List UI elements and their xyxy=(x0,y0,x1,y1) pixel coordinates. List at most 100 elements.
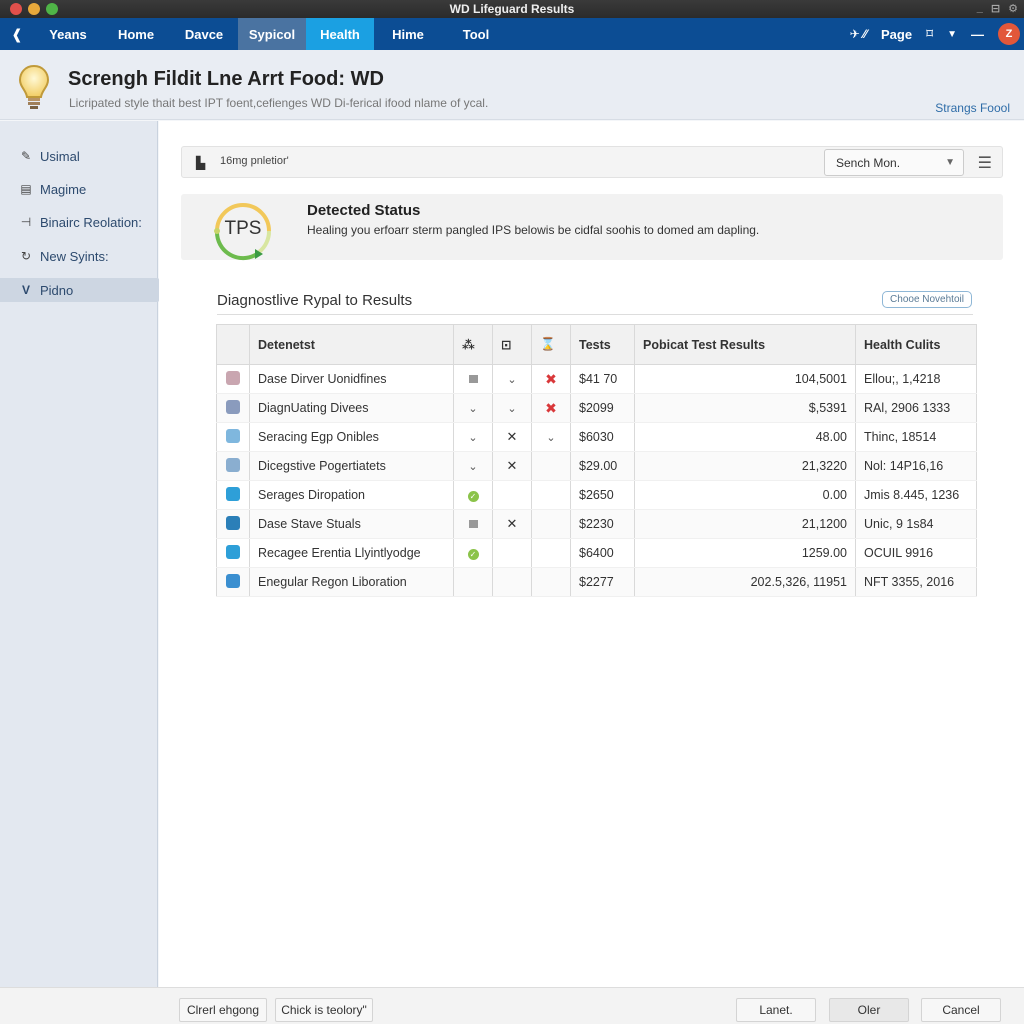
sidebar-item-label: Magime xyxy=(40,181,87,197)
row-mark-3 xyxy=(531,567,571,597)
back-icon[interactable]: ❰ xyxy=(0,18,34,50)
choose-button[interactable]: Chooe Novehtoil xyxy=(882,291,972,308)
column-header-tests[interactable]: Tests xyxy=(570,324,635,365)
check-icon: ⌄ xyxy=(468,461,478,473)
search-mode-select[interactable]: Sench Mon. ▼ xyxy=(824,149,964,176)
page-header: Screngh Fildit Lne Arrt Food: WD Licripa… xyxy=(0,50,1024,120)
column-header-group[interactable]: ⁂ xyxy=(453,324,493,365)
row-mark-1: ⌄ xyxy=(453,451,493,481)
row-health: OCUIL 9916 xyxy=(855,538,977,568)
table-row[interactable]: Enegular Regon Liboration $2277 202.5,326,… xyxy=(216,567,977,597)
table-row[interactable]: Dase Stave Stuals ✕ $2230 21,1200 Unic, 9 1s… xyxy=(216,509,977,539)
row-mark-2: ⌄ xyxy=(492,364,532,394)
row-health: RAl, 2906 1333 xyxy=(855,393,977,423)
row-icon-cell xyxy=(216,393,250,423)
row-mark-3: ✖ xyxy=(531,393,571,423)
minimize-icon[interactable]: _ xyxy=(977,2,983,15)
icon-column-header xyxy=(216,324,250,365)
table-row[interactable]: Dase Dirver Uonidfines ⌄ ✖ $41 70 104,5001 El… xyxy=(216,364,977,394)
pen-icon xyxy=(226,573,240,588)
sidebar-item-magime[interactable]: ▤ Magime xyxy=(0,177,158,201)
image-icon xyxy=(226,428,240,443)
table-row[interactable]: Recagee Erentia Llyintlyodge ✓ $6400 1259.0… xyxy=(216,538,977,568)
title-bar: WD Lifeguard Results _ ⊟ ⚙ xyxy=(0,0,1024,18)
row-health: Unic, 9 1s84 xyxy=(855,509,977,539)
restore-icon[interactable]: ⊟ xyxy=(991,2,1000,15)
lanet-button[interactable]: Lanet. xyxy=(736,998,816,1022)
minimize-panel-icon[interactable]: — xyxy=(971,27,984,42)
nav-tab-health[interactable]: Health xyxy=(306,18,374,50)
row-mark-2: ✕ xyxy=(492,422,532,452)
signal-icon[interactable]: ✈ ⁄⁄ xyxy=(850,27,867,41)
row-tests: $2230 xyxy=(570,509,635,539)
row-tests: $2099 xyxy=(570,393,635,423)
row-mark-2 xyxy=(492,567,532,597)
table-row[interactable]: Seracing Egp Onibles ⌄ ✕ ⌄ $6030 48.00 Thinc, … xyxy=(216,422,977,452)
partial-icon xyxy=(468,375,478,383)
check-icon: ⌄ xyxy=(507,374,517,386)
settings-icon[interactable]: ⚙ xyxy=(1008,2,1018,15)
column-header-hourglass[interactable]: ⌛ xyxy=(531,324,571,365)
sidebar-item-new-syints[interactable]: ↻ New Syints: xyxy=(0,244,158,268)
row-mark-3: ⌄ xyxy=(531,422,571,452)
section-title: Diagnostlive Rypal to Results xyxy=(217,292,413,309)
row-icon-cell xyxy=(216,451,250,481)
row-results: $,5391 xyxy=(634,393,856,423)
funnel-icon xyxy=(226,515,240,530)
footer-bar: Clrerl ehgong Chick is teolory" Lanet. O… xyxy=(0,987,1024,1024)
nav-tab-tool[interactable]: Tool xyxy=(442,18,510,50)
row-name: Dicegstive Pogertiatets xyxy=(249,451,454,481)
nav-tab-hime[interactable]: Hime xyxy=(374,18,442,50)
window-title: WD Lifeguard Results xyxy=(449,2,575,16)
sidebar-item-pidno[interactable]: V Pidno xyxy=(0,278,168,302)
refresh-icon: ↻ xyxy=(20,249,32,263)
error-x-icon: ✖ xyxy=(545,370,557,387)
table-row[interactable]: Serages Diropation ✓ $2650 0.00 Jmis 8.445, … xyxy=(216,480,977,510)
row-name: Recagee Erentia Llyintlyodge xyxy=(249,538,454,568)
top-nav-bar: ❰ Yeans Home Davce Sypicol Health Hime T… xyxy=(0,18,1024,50)
cancel-button[interactable]: Cancel xyxy=(921,998,1001,1022)
group-icon: ⁂ xyxy=(462,338,475,352)
footer-left-button-2[interactable]: Chick is teolory" xyxy=(275,998,373,1022)
hamburger-menu-icon[interactable]: ☰ xyxy=(978,153,992,173)
sidebar-item-binairc-reolation[interactable]: ⊣ Binairc Reolation: xyxy=(0,210,158,234)
table-row[interactable]: DiagnUating Divees ⌄ ⌄ ✖ $2099 $,5391 RAl, 290… xyxy=(216,393,977,423)
header-link[interactable]: Strangs Foool xyxy=(935,101,1010,115)
column-header-health[interactable]: Health Culits xyxy=(855,324,977,365)
column-header-results[interactable]: Pobicat Test Results xyxy=(634,324,856,365)
row-tests: $41 70 xyxy=(570,364,635,394)
row-mark-2 xyxy=(492,480,532,510)
page-menu[interactable]: Page xyxy=(881,27,912,42)
select-value: Sench Mon. xyxy=(836,156,901,170)
row-mark-1: ⌄ xyxy=(453,422,493,452)
pencil-icon: ✎ xyxy=(20,149,32,163)
avatar[interactable]: Z xyxy=(998,23,1020,45)
target-icon xyxy=(226,544,240,559)
row-health: Jmis 8.445, 1236 xyxy=(855,480,977,510)
nav-tab-home[interactable]: Home xyxy=(102,18,170,50)
column-header-name[interactable]: Detenetst xyxy=(249,324,454,365)
column-header-box[interactable]: ⊡ xyxy=(492,324,532,365)
main-content: ▙ 16mg pnletior' Sench Mon. ▼ ☰ TPS Dete… xyxy=(159,121,1024,987)
nav-tab-yeans[interactable]: Yeans xyxy=(34,18,102,50)
nav-tab-davce[interactable]: Davce xyxy=(170,18,238,50)
row-tests: $6400 xyxy=(570,538,635,568)
toolbar-label: 16mg pnletior' xyxy=(220,155,289,167)
row-mark-2: ⌄ xyxy=(492,393,532,423)
sidebar-item-label: Pidno xyxy=(40,282,74,298)
gauge-icon xyxy=(226,486,240,501)
row-mark-1: ✓ xyxy=(453,538,493,568)
table-row[interactable]: Dicegstive Pogertiatets ⌄ ✕ $29.00 21,3220 No… xyxy=(216,451,977,481)
bag-icon: ▙ xyxy=(196,156,206,170)
status-description: Healing you erfoarr sterm pangled IPS be… xyxy=(307,223,760,237)
ok-check-icon: ✓ xyxy=(467,549,479,560)
footer-left-button-1[interactable]: Clrerl ehgong xyxy=(179,998,267,1022)
sidebar-item-usimal[interactable]: ✎ Usimal xyxy=(0,144,158,168)
oler-button[interactable]: Oler xyxy=(829,998,909,1022)
bookmark-icon[interactable]: ⌑ xyxy=(926,26,933,42)
divider xyxy=(217,314,973,315)
row-results: 1259.00 xyxy=(634,538,856,568)
nav-tab-sypicol[interactable]: Sypicol xyxy=(238,18,306,50)
check-icon: ⌄ xyxy=(507,403,517,415)
chevron-down-icon[interactable]: ▼ xyxy=(947,29,957,40)
